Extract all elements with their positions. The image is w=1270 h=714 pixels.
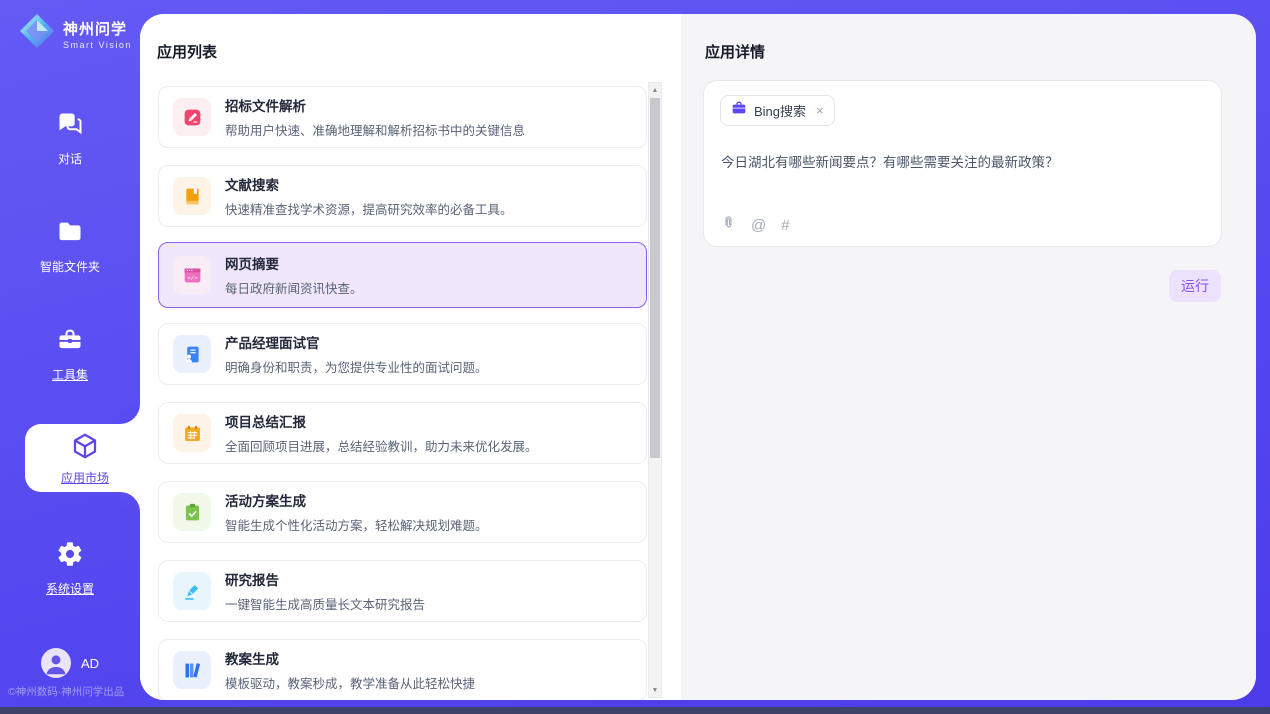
app-card-research-report[interactable]: 研究报告 一键智能生成高质量长文本研究报告 (158, 560, 647, 622)
app-detail-panel: 应用详情 Bing搜索 × 今日湖北有哪些新闻要点？有哪些需要关注的最新政策？ (681, 14, 1256, 700)
copyright-text: ©神州数码·神州问学出品 (8, 684, 124, 699)
scroll-up-icon[interactable]: ▲ (649, 83, 661, 97)
app-title: 项目总结汇报 (225, 411, 538, 431)
tab-fillet-top (120, 404, 140, 424)
app-desc: 帮助用户快速、准确地理解和解析招标书中的关键信息 (225, 120, 525, 139)
app-list-panel: 应用列表 招标文件解析 帮助用户快速、准确地理解和解析招标书中的关键信息 (140, 14, 681, 700)
clipboard-check-icon (173, 493, 211, 531)
cube-icon (70, 448, 100, 465)
app-desc: 模板驱动，教案秒成，教学准备从此轻松快捷 (225, 673, 475, 692)
app-card-event-plan[interactable]: 活动方案生成 智能生成个性化活动方案，轻松解决规划难题。 (158, 481, 647, 543)
pen-icon (173, 572, 211, 610)
app-list-title: 应用列表 (157, 41, 217, 62)
app-desc: 明确身份和职责，为您提供专业性的面试问题。 (225, 357, 488, 376)
briefcase-icon (731, 100, 747, 121)
avatar (41, 648, 71, 678)
scrollbar[interactable]: ▲ ▼ (648, 82, 662, 698)
app-title: 文献搜索 (225, 174, 513, 194)
user-account[interactable]: AD (0, 648, 140, 678)
app-title: 产品经理面试官 (225, 332, 488, 352)
sidebar-item-label: 应用市场 (25, 469, 145, 486)
mention-icon[interactable]: @ (751, 217, 766, 234)
scroll-down-icon[interactable]: ▼ (649, 683, 661, 697)
app-desc: 全面回顾项目进展，总结经验教训，助力未来优化发展。 (225, 436, 538, 455)
toolbox-icon (56, 341, 84, 358)
sidebar-item-label: 工具集 (0, 366, 140, 383)
app-config-card: Bing搜索 × 今日湖北有哪些新闻要点？有哪些需要关注的最新政策？ @ # (703, 80, 1222, 247)
sidebar-item-label: 对话 (0, 150, 140, 167)
sidebar-item-toolset[interactable]: 工具集 (0, 326, 140, 383)
gear-icon (56, 555, 84, 572)
tool-tag-label: Bing搜索 (754, 101, 806, 120)
book-icon (173, 177, 211, 215)
sidebar-item-label: 系统设置 (0, 580, 140, 597)
app-title: 招标文件解析 (225, 95, 525, 115)
folder-icon (56, 233, 84, 250)
app-card-project-summary[interactable]: 项目总结汇报 全面回顾项目进展，总结经验教训，助力未来优化发展。 (158, 402, 647, 464)
hash-icon[interactable]: # (781, 217, 789, 234)
brand-logo: 神州问学 Smart Vision (18, 12, 132, 55)
sidebar-item-settings[interactable]: 系统设置 (0, 540, 140, 597)
app-title: 教案生成 (225, 648, 475, 668)
browser-icon: </> (173, 256, 211, 294)
sidebar-item-app-market[interactable]: 应用市场 (25, 424, 145, 492)
tab-fillet-bottom (120, 492, 140, 512)
app-card-literature-search[interactable]: 文献搜索 快速精准查找学术资源，提高研究效率的必备工具。 (158, 165, 647, 227)
close-icon[interactable]: × (816, 103, 824, 118)
sidebar-item-label: 智能文件夹 (0, 258, 140, 275)
chat-icon (56, 125, 84, 142)
app-card-lesson-plan[interactable]: 教案生成 模板驱动，教案秒成，教学准备从此轻松快捷 (158, 639, 647, 700)
run-button[interactable]: 运行 (1169, 270, 1221, 302)
scrollbar-thumb[interactable] (650, 98, 660, 458)
app-desc: 一键智能生成高质量长文本研究报告 (225, 594, 425, 613)
bottom-strip (0, 707, 1270, 714)
app-title: 研究报告 (225, 569, 425, 589)
brand-tagline: Smart Vision (63, 40, 132, 50)
app-card-web-summary[interactable]: </> 网页摘要 每日政府新闻资讯快查。 (158, 242, 647, 308)
app-desc: 每日政府新闻资讯快查。 (225, 278, 363, 297)
books-icon (173, 651, 211, 689)
user-initials: AD (81, 656, 99, 671)
brand-name: 神州问学 (63, 18, 132, 39)
app-title: 网页摘要 (225, 253, 363, 273)
app-title: 活动方案生成 (225, 490, 488, 510)
sidebar-item-chat[interactable]: 对话 (0, 110, 140, 167)
app-desc: 快速精准查找学术资源，提高研究效率的必备工具。 (225, 199, 513, 218)
attachment-toolbar: @ # (721, 214, 790, 236)
paperclip-icon[interactable] (721, 214, 736, 236)
edit-icon (173, 98, 211, 136)
svg-text:</>: </> (187, 275, 198, 281)
sidebar: 神州问学 Smart Vision 对话 智能文件夹 (0, 0, 140, 707)
calendar-icon (173, 414, 211, 452)
app-card-pm-interviewer[interactable]: 产品经理面试官 明确身份和职责，为您提供专业性的面试问题。 (158, 323, 647, 385)
sidebar-item-smart-folder[interactable]: 智能文件夹 (0, 218, 140, 275)
diamond-logo-icon (18, 12, 56, 55)
app-card-bid-parse[interactable]: 招标文件解析 帮助用户快速、准确地理解和解析招标书中的关键信息 (158, 86, 647, 148)
app-desc: 智能生成个性化活动方案，轻松解决规划难题。 (225, 515, 488, 534)
main-container: 应用列表 招标文件解析 帮助用户快速、准确地理解和解析招标书中的关键信息 (140, 14, 1256, 700)
interview-icon (173, 335, 211, 373)
query-input[interactable]: 今日湖北有哪些新闻要点？有哪些需要关注的最新政策？ (721, 151, 1205, 171)
app-detail-title: 应用详情 (705, 41, 765, 62)
tool-tag-bing[interactable]: Bing搜索 × (720, 95, 835, 126)
